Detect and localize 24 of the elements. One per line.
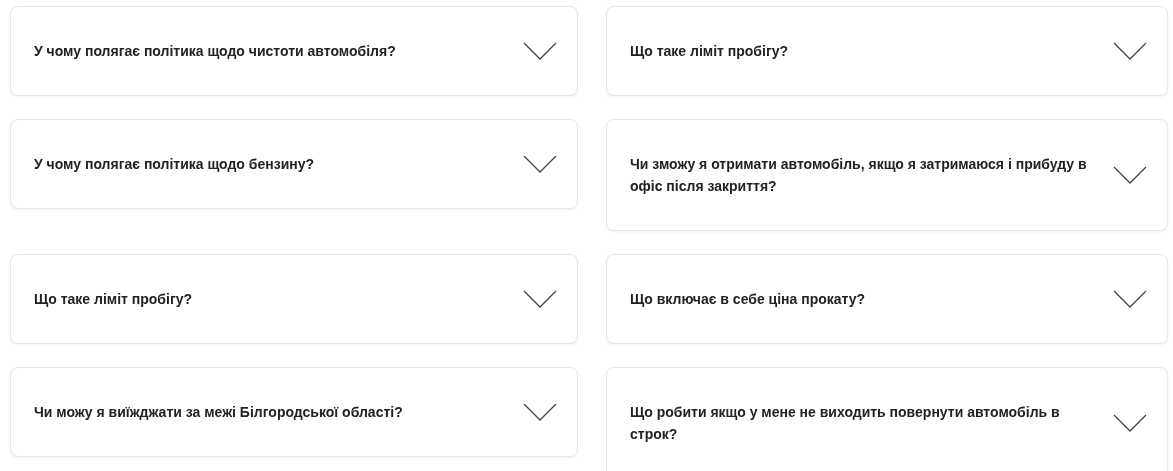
- chevron-icon: [1113, 166, 1147, 184]
- chevron-icon: [523, 403, 557, 421]
- question-text: У чому полягає політика щодо бензину?: [34, 155, 316, 174]
- faq-card[interactable]: У чому полягає політика щодо чистоти автомобіля?: [10, 6, 578, 96]
- chevron-icon: [1113, 290, 1147, 308]
- faq-card[interactable]: Чи можу я виїжджати за межі Білгородської області?: [10, 367, 578, 457]
- question-text: Що таке ліміт пробігу?: [630, 42, 790, 61]
- faq-card[interactable]: Що включає в себе ціна прокату?: [606, 254, 1168, 344]
- chevron-icon: [523, 290, 557, 308]
- question-text: Що робити якщо у мене не виходить повернути автомобіль в строк?: [630, 403, 1061, 444]
- faq-card[interactable]: Що робити якщо у мене не виходить повернути автомобіль в строк?: [606, 367, 1168, 471]
- chevron-icon: [1113, 42, 1147, 60]
- question-text: Що включає в себе ціна прокату?: [630, 290, 867, 309]
- chevron-icon: [523, 42, 557, 60]
- question-text: Чи зможу я отримати автомобіль, якщо я затримаюся і прибуду в офіс після закриття?: [630, 155, 1088, 196]
- faq-card[interactable]: У чому полягає політика щодо бензину?: [10, 119, 578, 209]
- faq-card[interactable]: Чи зможу я отримати автомобіль, якщо я затримаюся і прибуду в офіс після закриття?: [606, 119, 1168, 231]
- faq-card[interactable]: Що таке ліміт пробігу?: [10, 254, 578, 344]
- chevron-icon: [523, 155, 557, 173]
- faq-card[interactable]: Що таке ліміт пробігу?: [606, 6, 1168, 96]
- chevron-icon: [1113, 414, 1147, 432]
- question-text: Що таке ліміт пробігу?: [34, 290, 194, 309]
- question-text: У чому полягає політика щодо чистоти автомобіля?: [34, 42, 397, 61]
- question-text: Чи можу я виїжджати за межі Білгородської області?: [34, 403, 404, 422]
